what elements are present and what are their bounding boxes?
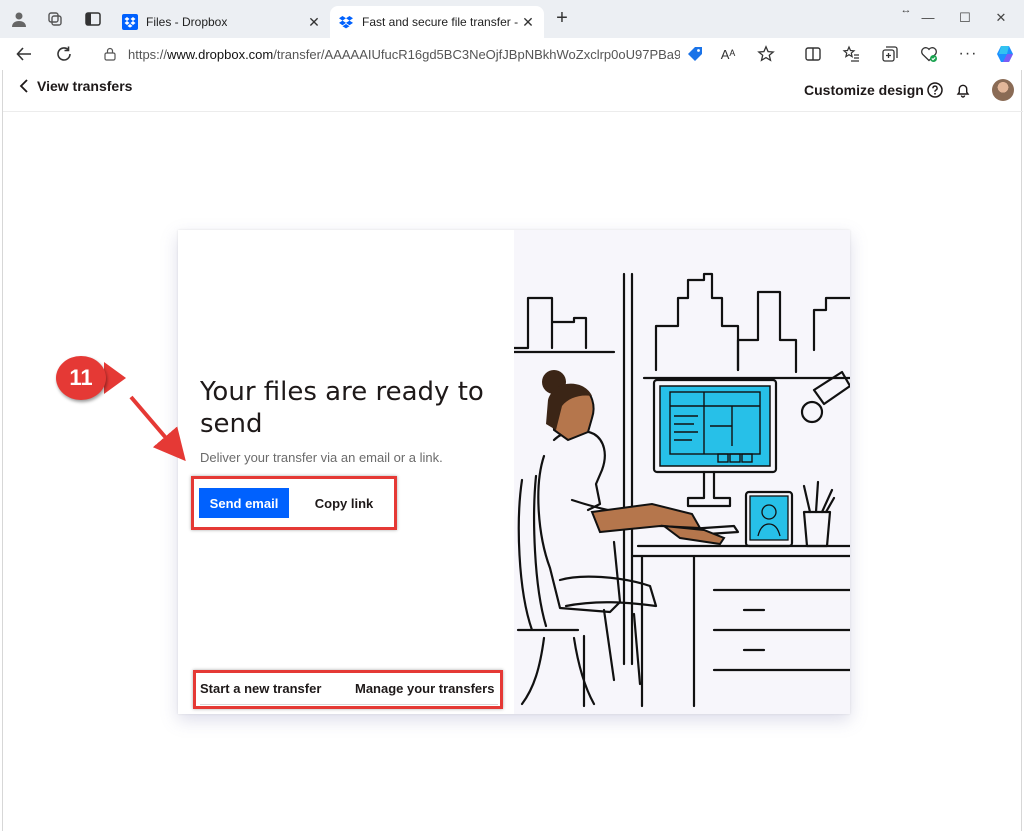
back-button[interactable] xyxy=(13,43,35,65)
customize-design-button[interactable]: Customize design xyxy=(804,82,924,98)
workspaces-icon[interactable] xyxy=(46,10,64,28)
view-transfers-label: View transfers xyxy=(37,78,133,94)
address-toolbar: https://www.dropbox.com/transfer/AAAAAIU… xyxy=(0,38,1024,70)
lock-icon xyxy=(104,47,116,61)
browser-essentials-icon[interactable] xyxy=(919,44,939,64)
highlight-share-buttons xyxy=(191,476,397,530)
help-icon[interactable] xyxy=(927,82,943,98)
url-scheme: https:// xyxy=(128,46,168,62)
url-domain: www.dropbox.com xyxy=(167,46,274,62)
favorite-star-icon[interactable] xyxy=(756,44,776,64)
card-subtitle: Deliver your transfer via an email or a … xyxy=(200,450,443,465)
browser-tab-bar: Files - Dropbox ✕ Fast and secure file t… xyxy=(0,0,1024,38)
more-menu-icon[interactable]: ··· xyxy=(958,44,978,64)
tab-actions-icon[interactable] xyxy=(84,10,102,28)
bell-icon[interactable] xyxy=(955,82,971,98)
tab-files-dropbox[interactable]: Files - Dropbox ✕ xyxy=(116,6,330,38)
resize-arrows-icon: ↔ xyxy=(900,4,912,16)
arrow-left-icon xyxy=(16,47,31,61)
step-number-badge: 11 xyxy=(56,356,106,400)
refresh-button[interactable] xyxy=(53,43,75,65)
page-title: Your files are ready to send xyxy=(200,377,484,439)
copilot-icon[interactable] xyxy=(995,44,1015,64)
refresh-icon xyxy=(57,46,71,61)
profile-icon[interactable] xyxy=(10,10,28,28)
url-field[interactable]: https://www.dropbox.com/transfer/AAAAAIU… xyxy=(104,43,680,65)
person-at-desk-illustration xyxy=(514,272,850,708)
tab-file-transfer[interactable]: Fast and secure file transfer - Dro ✕ xyxy=(330,6,544,38)
favorites-list-icon[interactable] xyxy=(841,44,861,64)
close-window-button[interactable]: ✕ xyxy=(991,8,1011,28)
card-content: Your files are ready to send Deliver you… xyxy=(178,230,514,714)
chevron-left-icon xyxy=(19,79,28,93)
workspace-illustration xyxy=(514,230,850,714)
view-transfers-link[interactable]: View transfers xyxy=(19,78,132,94)
collections-icon[interactable] xyxy=(880,44,900,64)
transfer-ready-card: Your files are ready to send Deliver you… xyxy=(178,230,850,714)
minimize-button[interactable]: — xyxy=(918,8,938,28)
close-tab-icon[interactable]: ✕ xyxy=(520,14,536,30)
tab-title: Files - Dropbox xyxy=(146,15,228,29)
shopping-tag-icon[interactable] xyxy=(685,44,705,64)
split-screen-icon[interactable] xyxy=(803,44,823,64)
tab-title: Fast and secure file transfer - Dro xyxy=(362,15,522,29)
page-top-nav: View transfers Customize design xyxy=(3,70,1023,112)
url-path: /transfer/AAAAAIUfucR16gd5BC3NeOjfJBpNBk… xyxy=(273,46,680,62)
avatar[interactable] xyxy=(992,79,1014,101)
read-aloud-icon[interactable]: Aᴬ xyxy=(718,44,738,64)
maximize-button[interactable]: ☐ xyxy=(955,8,975,28)
dropbox-favicon-icon xyxy=(122,14,138,30)
new-tab-button[interactable]: + xyxy=(552,8,572,29)
dropbox-favicon-icon xyxy=(339,16,353,29)
highlight-footer-links xyxy=(193,670,503,709)
close-tab-icon[interactable]: ✕ xyxy=(306,14,322,30)
